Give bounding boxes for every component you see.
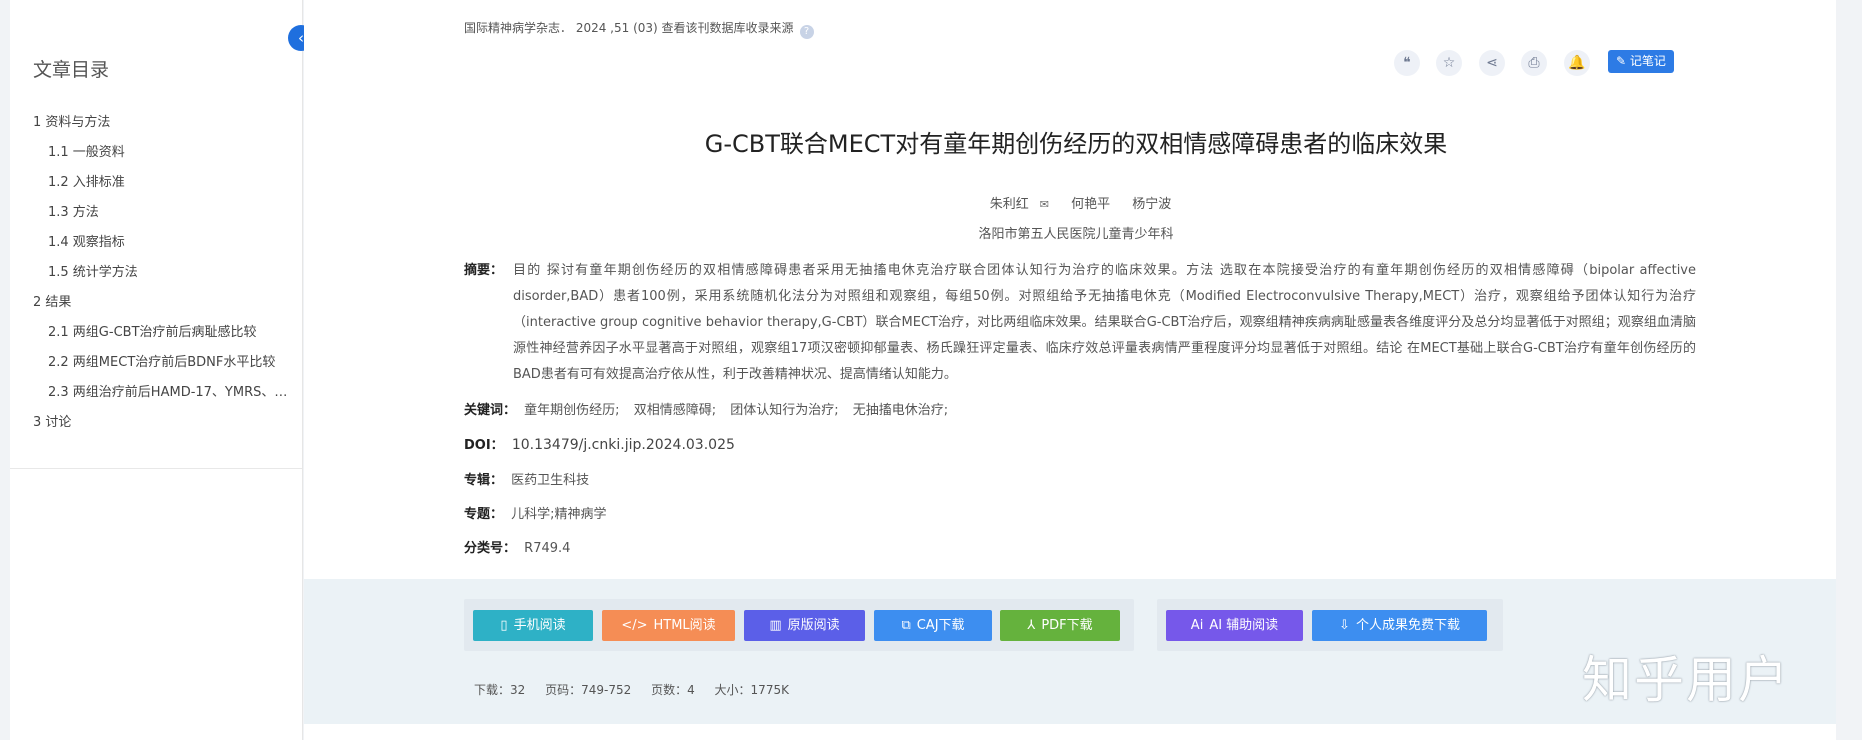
doi-value: 10.13479/j.cnki.jip.2024.03.025: [511, 437, 735, 453]
article-main: 国际精神病学杂志． 2024 ,51 (03) 查看该刊数据库收录来源? ❝ ☆…: [304, 0, 1836, 740]
pdf-icon: ⅄: [1027, 618, 1036, 633]
class-row: 分类号： R749.4: [464, 537, 570, 556]
sidebar-divider: [10, 468, 302, 469]
read-download-group: ▯ 手机阅读 </> HTML阅读 ▥ 原版阅读 ⧉ CAJ下载 ⅄ PDF下载: [464, 599, 1134, 651]
class-label: 分类号：: [464, 541, 517, 556]
mobile-read-button[interactable]: ▯ 手机阅读: [473, 610, 593, 641]
journal-source: 国际精神病学杂志． 2024 ,51 (03) 查看该刊数据库收录来源?: [464, 19, 814, 39]
download-icon: ⇩: [1339, 618, 1350, 633]
series-row: 专辑： 医药卫生科技: [464, 469, 589, 488]
toc-item[interactable]: 2.1 两组G-CBT治疗前后病耻感比较: [33, 322, 298, 352]
keyword-link[interactable]: 无抽搐电休治疗;: [853, 403, 948, 418]
download-count: 下载：32: [474, 683, 526, 697]
doi-label: DOI：: [464, 438, 504, 453]
ai-read-button[interactable]: Ai AI 辅助阅读: [1166, 610, 1303, 641]
bell-icon[interactable]: 🔔: [1564, 50, 1590, 76]
toc-item[interactable]: 2.2 两组MECT治疗前后BDNF水平比较: [33, 352, 298, 382]
author-list: 朱利红 ✉ 何艳平 杨宁波: [464, 193, 1688, 212]
topic-value: 儿科学;精神病学: [511, 507, 607, 522]
keywords-label: 关键词：: [464, 403, 517, 418]
toc-item[interactable]: 1 资料与方法: [33, 112, 298, 142]
favorite-icon[interactable]: ☆: [1436, 50, 1462, 76]
article-stats: 下载：32 页码：749-752 页数：4 大小：1775K: [474, 681, 805, 698]
toc-list: 1 资料与方法 1.1 一般资料 1.2 入排标准 1.3 方法 1.4 观察指…: [33, 112, 298, 442]
share-icon[interactable]: ⋖: [1479, 50, 1505, 76]
toc-item[interactable]: 1.1 一般资料: [33, 142, 298, 172]
doi-row: DOI： 10.13479/j.cnki.jip.2024.03.025: [464, 434, 735, 453]
toc-item[interactable]: 3 讨论: [33, 412, 298, 442]
toc-item[interactable]: 1.2 入排标准: [33, 172, 298, 202]
bottom-strip: [304, 724, 1836, 740]
original-read-button[interactable]: ▥ 原版阅读: [744, 610, 865, 641]
abstract-text: 目的 探讨有童年期创伤经历的双相情感障碍患者采用无抽搐电休克治疗联合团体认知行为…: [513, 263, 1696, 382]
open-book-icon: ⧉: [901, 618, 911, 633]
affiliation[interactable]: 洛阳市第五人民医院儿童青少年科: [464, 223, 1688, 242]
page-count: 页数：4: [651, 683, 695, 697]
series-value: 医药卫生科技: [511, 473, 590, 488]
keyword-link[interactable]: 双相情感障碍;: [634, 403, 716, 418]
author-link[interactable]: 何艳平: [1071, 197, 1110, 212]
keywords-row: 关键词： 童年期创伤经历; 双相情感障碍; 团体认知行为治疗; 无抽搐电休治疗;: [464, 399, 958, 418]
series-label: 专辑：: [464, 473, 504, 488]
author-link[interactable]: 朱利红 ✉: [981, 197, 1049, 212]
toc-item[interactable]: 1.4 观察指标: [33, 232, 298, 262]
topic-row: 专题： 儿科学;精神病学: [464, 503, 607, 522]
keyword-link[interactable]: 团体认知行为治疗;: [730, 403, 838, 418]
toc-sidebar: 文章目录 1 资料与方法 1.1 一般资料 1.2 入排标准 1.3 方法 1.…: [10, 0, 303, 740]
print-icon[interactable]: ⎙: [1521, 50, 1547, 76]
author-link[interactable]: 杨宁波: [1132, 197, 1171, 212]
mail-icon[interactable]: ✉: [1040, 198, 1049, 211]
ai-download-group: Ai AI 辅助阅读 ⇩ 个人成果免费下载: [1157, 599, 1503, 651]
code-icon: </>: [621, 618, 648, 633]
toc-item[interactable]: 1.5 统计学方法: [33, 262, 298, 292]
cite-icon[interactable]: ❝: [1394, 50, 1420, 76]
toc-item[interactable]: 2.3 两组治疗前后HAMD-17、YMRS、…: [33, 382, 298, 412]
book-icon: ▥: [769, 618, 782, 633]
pencil-icon: ✎: [1616, 54, 1630, 68]
html-read-button[interactable]: </> HTML阅读: [602, 610, 735, 641]
topic-label: 专题：: [464, 507, 504, 522]
phone-icon: ▯: [500, 618, 508, 633]
help-icon[interactable]: ?: [799, 25, 814, 39]
ai-icon: Ai: [1190, 618, 1204, 633]
abstract: 摘要： 目的 探讨有童年期创伤经历的双相情感障碍患者采用无抽搐电休克治疗联合团体…: [464, 258, 1696, 388]
toc-item[interactable]: 1.3 方法: [33, 202, 298, 232]
journal-source-text[interactable]: 国际精神病学杂志． 2024 ,51 (03) 查看该刊数据库收录来源: [464, 21, 794, 35]
file-size: 大小：1775K: [714, 683, 789, 697]
class-value: R749.4: [524, 541, 571, 556]
take-note-button[interactable]: ✎ 记笔记: [1608, 50, 1674, 73]
page-range: 页码：749-752: [545, 683, 632, 697]
abstract-label: 摘要：: [464, 263, 504, 278]
caj-download-button[interactable]: ⧉ CAJ下载: [874, 610, 992, 641]
personal-download-button[interactable]: ⇩ 个人成果免费下载: [1312, 610, 1487, 641]
take-note-label: 记笔记: [1629, 54, 1666, 68]
pdf-download-button[interactable]: ⅄ PDF下载: [1000, 610, 1120, 641]
toc-title: 文章目录: [33, 59, 110, 81]
article-title: G-CBT联合MECT对有童年期创伤经历的双相情感障碍患者的临床效果: [704, 130, 1448, 158]
keyword-link[interactable]: 童年期创伤经历;: [524, 403, 619, 418]
toc-item[interactable]: 2 结果: [33, 292, 298, 322]
watermark: 知乎用户: [1582, 651, 1790, 709]
